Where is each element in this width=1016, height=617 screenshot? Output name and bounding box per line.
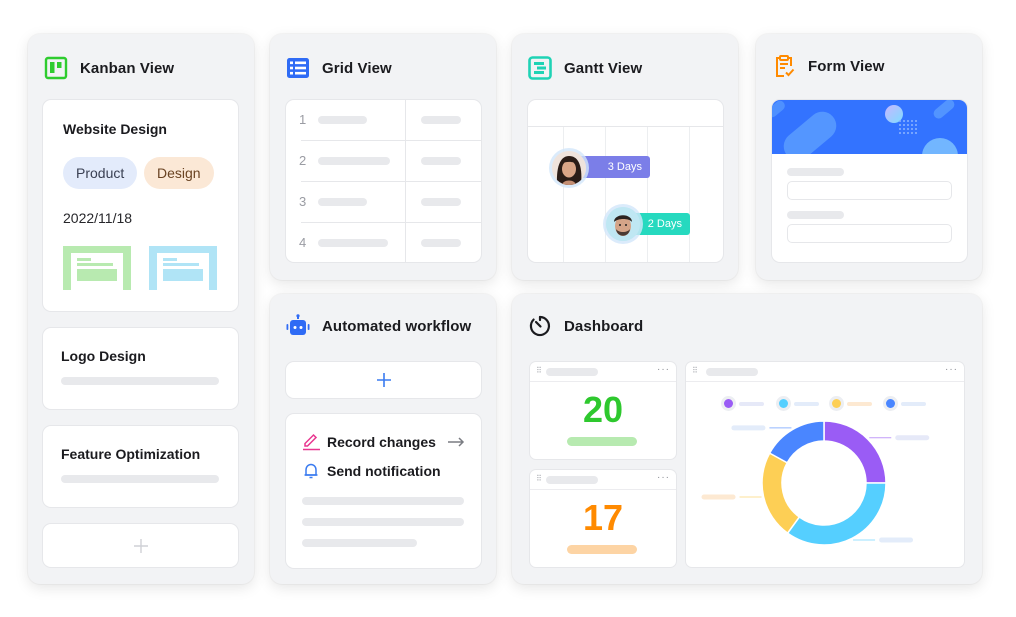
- slice-label-placeholder: [701, 494, 736, 500]
- row-number: 1: [299, 112, 307, 127]
- gantt-chart-icon: [528, 56, 552, 80]
- cell-placeholder: [318, 116, 367, 124]
- field-label-placeholder: [787, 168, 844, 176]
- tag-design[interactable]: Design: [144, 157, 214, 189]
- blue-attachment-thumbnail[interactable]: [149, 246, 217, 290]
- chart-widget[interactable]: ⠿ ···: [686, 362, 964, 567]
- more-horizontal-icon[interactable]: ···: [657, 364, 670, 375]
- table-row[interactable]: 4: [286, 223, 481, 262]
- pencil-icon: [303, 433, 320, 451]
- widget-title-placeholder: [546, 476, 598, 484]
- widget-header: ⠿ ···: [530, 470, 676, 490]
- row-number: 2: [299, 153, 307, 168]
- workflow-step-record-changes[interactable]: Record changes: [302, 433, 465, 451]
- table-row[interactable]: 1: [286, 100, 481, 140]
- slice-label-placeholder: [879, 537, 914, 543]
- grid-view-panel: Grid View 1 2 3 4: [270, 34, 496, 280]
- kanban-board-icon: [44, 56, 68, 80]
- add-card-button[interactable]: [43, 524, 238, 567]
- cell-placeholder: [318, 157, 390, 165]
- row-number: 4: [299, 235, 307, 250]
- gantt-view-panel: Gantt View 3 Days 2 Days: [512, 34, 738, 280]
- cell-placeholder: [318, 198, 367, 206]
- automated-workflow-panel: Automated workflow Record changes Send n…: [270, 294, 496, 584]
- robot-icon: [286, 314, 310, 338]
- panel-title: Gantt View: [564, 59, 643, 77]
- more-horizontal-icon[interactable]: ···: [657, 472, 670, 483]
- placeholder-line: [302, 518, 464, 526]
- kanban-card[interactable]: Feature Optimization: [43, 426, 238, 507]
- stat-widget[interactable]: ⠿ ··· 17: [530, 470, 676, 567]
- cell-placeholder: [318, 239, 388, 247]
- cell-placeholder: [421, 239, 461, 247]
- donut-slice[interactable]: [761, 452, 801, 535]
- cell-placeholder: [421, 157, 461, 165]
- plus-icon: [133, 538, 148, 553]
- gantt-task-bar[interactable]: 3 Days: [578, 156, 650, 178]
- bell-icon: [304, 463, 318, 479]
- card-title: Website Design: [63, 121, 167, 137]
- cell-placeholder: [421, 116, 461, 124]
- arrow-right-icon: [447, 437, 464, 447]
- stat-value: 20: [582, 389, 624, 430]
- widget-header: ⠿ ···: [530, 362, 676, 382]
- timeline-header-divider: [528, 126, 723, 127]
- field-label-placeholder: [787, 211, 844, 219]
- gantt-timeline: 3 Days 2 Days: [528, 100, 723, 262]
- kanban-view-panel: Kanban View Website Design Product Desig…: [28, 34, 254, 584]
- form-field-input[interactable]: [787, 181, 952, 200]
- slice-label-placeholder: [731, 425, 766, 431]
- grid-table: 1 2 3 4: [286, 100, 481, 262]
- table-row[interactable]: 2: [286, 141, 481, 181]
- panel-title: Kanban View: [80, 59, 175, 77]
- step-label: Send notification: [327, 463, 441, 479]
- slice-label-placeholder: [895, 435, 930, 441]
- timer-icon: [528, 314, 552, 338]
- gantt-task-bar[interactable]: 2 Days: [632, 213, 690, 235]
- panel-title: Grid View: [322, 59, 392, 77]
- add-workflow-button[interactable]: [286, 362, 481, 398]
- form-view-panel: Form View: [756, 34, 982, 280]
- cell-placeholder: [421, 198, 461, 206]
- tag-product[interactable]: Product: [63, 157, 138, 189]
- placeholder-line: [302, 539, 417, 547]
- step-label: Record changes: [327, 434, 436, 450]
- workflow-step-send-notification[interactable]: Send notification: [302, 462, 441, 480]
- donut-slice[interactable]: [768, 420, 825, 464]
- kanban-card[interactable]: Logo Design: [43, 328, 238, 409]
- dashboard-panel: Dashboard ⠿ ··· 20 ⠿ ··· 17 ⠿ ···: [512, 294, 982, 584]
- form-field-input[interactable]: [787, 224, 952, 243]
- due-date: 2022/11/18: [63, 210, 133, 226]
- panel-title: Dashboard: [564, 317, 644, 335]
- widget-title-placeholder: [546, 368, 598, 376]
- card-title: Logo Design: [61, 348, 146, 364]
- table-list-icon: [286, 56, 310, 80]
- stat-bar: [567, 437, 637, 446]
- green-attachment-thumbnail[interactable]: [63, 246, 131, 290]
- drag-handle-icon[interactable]: ⠿: [536, 367, 542, 375]
- form-banner: [772, 100, 967, 154]
- form-preview: [772, 100, 967, 262]
- plus-icon: [376, 373, 391, 387]
- placeholder-line: [61, 377, 219, 385]
- workflow-steps-card: Record changes Send notification: [286, 414, 481, 568]
- donut-slice[interactable]: [823, 420, 887, 484]
- table-row[interactable]: 3: [286, 182, 481, 222]
- drag-handle-icon[interactable]: ⠿: [536, 475, 542, 483]
- clipboard-check-icon: [772, 54, 796, 78]
- stat-bar: [567, 545, 637, 554]
- panel-title: Automated workflow: [322, 317, 472, 335]
- man-avatar: [606, 207, 640, 241]
- kanban-card[interactable]: Website Design Product Design 2022/11/18: [43, 100, 238, 311]
- stat-value: 17: [582, 497, 624, 538]
- stat-widget[interactable]: ⠿ ··· 20: [530, 362, 676, 459]
- woman-avatar: [552, 151, 586, 185]
- donut-slice[interactable]: [786, 482, 887, 546]
- row-number: 3: [299, 194, 307, 209]
- card-title: Feature Optimization: [61, 446, 201, 462]
- placeholder-line: [302, 497, 464, 505]
- donut-chart: [701, 420, 930, 546]
- panel-title: Form View: [808, 57, 885, 75]
- placeholder-line: [61, 475, 219, 483]
